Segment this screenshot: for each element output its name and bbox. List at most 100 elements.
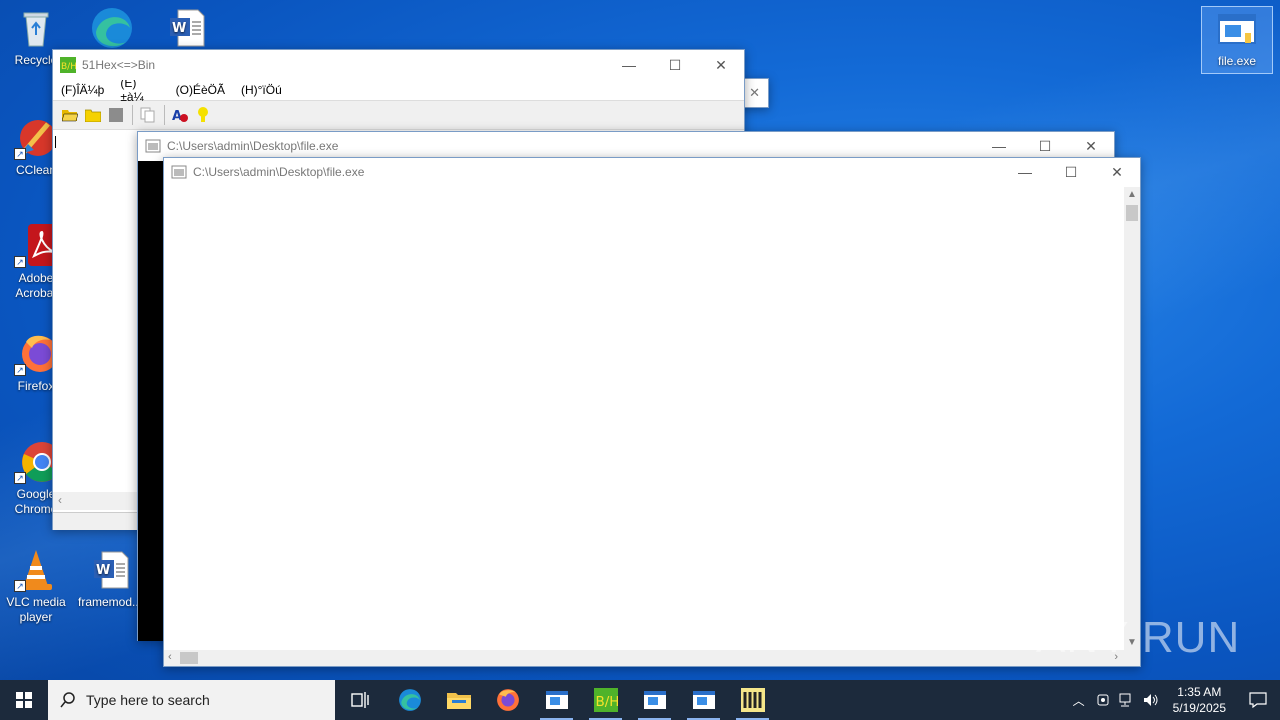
console-app-icon <box>145 139 161 153</box>
network-icon[interactable] <box>1115 693 1139 707</box>
taskbar-window-1[interactable] <box>532 680 581 720</box>
scrollbar-thumb[interactable] <box>180 652 198 664</box>
search-box[interactable]: Type here to search <box>48 680 335 720</box>
open-folder-icon[interactable] <box>59 104 81 126</box>
menu-bar: (F)ÎÄ¼þ (E)±à¼­ (O)ÉèÖÃ (H)°ïÖú <box>53 76 744 104</box>
console-front-titlebar[interactable]: C:\Users\admin\Desktop\file.exe — ☐ ✕ <box>164 158 1140 186</box>
anyrun-watermark: ANY RUN <box>1036 608 1240 668</box>
taskbar-window-3[interactable] <box>679 680 728 720</box>
watermark-text: ANY RUN <box>1036 613 1241 662</box>
system-tray: ︿ 1:35 AM 5/19/2025 <box>1067 680 1280 720</box>
about-icon[interactable]: A <box>169 104 191 126</box>
edge-icon <box>398 689 421 711</box>
svg-text:B/H: B/H <box>61 62 76 72</box>
taskbar-file-explorer[interactable] <box>434 680 483 720</box>
scroll-left-icon[interactable]: ‹ <box>168 651 172 663</box>
svg-text:W: W <box>172 21 186 36</box>
clock[interactable]: 1:35 AM 5/19/2025 <box>1163 684 1236 716</box>
scroll-up-icon[interactable]: ▲ <box>1127 189 1137 200</box>
windows-logo-icon <box>16 692 32 708</box>
desktop-icon-word[interactable]: W <box>150 6 222 53</box>
start-button[interactable] <box>0 680 48 720</box>
task-view-icon <box>350 692 369 708</box>
minimize-button[interactable]: — <box>606 50 652 80</box>
task-view-button[interactable] <box>336 680 385 720</box>
window-title: C:\Users\admin\Desktop\file.exe <box>167 139 339 153</box>
desktop-icon-label: file.exe <box>1217 54 1257 68</box>
svg-text:W: W <box>96 563 110 578</box>
horizontal-scrollbar[interactable]: ‹ <box>53 492 139 510</box>
taskbar-hex-app[interactable]: B/H <box>581 680 630 720</box>
taskbar: Type here to search B/H ︿ 1:35 AM 5/19/2… <box>0 680 1280 720</box>
menu-help[interactable]: (H)°ïÖú <box>233 83 290 97</box>
chevron-up-icon[interactable]: ︿ <box>1067 692 1091 709</box>
close-button[interactable]: ✕ <box>1068 132 1114 160</box>
close-button[interactable]: ✕ <box>1094 158 1140 186</box>
edge-icon <box>90 6 134 50</box>
application-window-icon <box>545 691 568 709</box>
minimize-button[interactable]: — <box>976 132 1022 160</box>
horizontal-scrollbar[interactable]: ‹ › <box>164 650 1124 666</box>
hex-app-icon: B/H <box>60 57 76 73</box>
scroll-left-icon[interactable]: ‹ <box>58 493 62 507</box>
desktop-icon-label: VLC media player <box>6 595 66 624</box>
shortcut-arrow-icon: ↗ <box>14 364 26 376</box>
window-title: 51Hex<=>Bin <box>82 58 156 72</box>
desktop: Recycle W ↗ CClean ↗ Adobe Acrobat ↗ Fir… <box>0 0 1280 680</box>
hex-window-titlebar[interactable]: B/H 51Hex<=>Bin — ☐ ✕ <box>53 50 744 80</box>
shortcut-arrow-icon: ↗ <box>14 580 26 592</box>
window-title: C:\Users\admin\Desktop\file.exe <box>193 165 365 179</box>
hex-text-area[interactable] <box>53 132 139 497</box>
volume-icon[interactable] <box>1139 693 1163 707</box>
hex-app-icon: B/H <box>593 688 618 712</box>
desktop-icon-file-exe[interactable]: file.exe <box>1201 6 1273 74</box>
network-share-icon[interactable] <box>1091 693 1115 707</box>
vlc-cone-icon: ↗ <box>14 548 58 592</box>
taskbar-window-2[interactable] <box>630 680 679 720</box>
clock-time: 1:35 AM <box>1177 685 1222 699</box>
status-bar <box>53 512 139 530</box>
desktop-icon-vlc[interactable]: ↗ VLC media player <box>0 548 72 625</box>
maximize-button[interactable]: ☐ <box>652 50 698 80</box>
folder-icon[interactable] <box>82 104 104 126</box>
close-icon[interactable]: ✕ <box>749 85 760 101</box>
scrollbar-thumb[interactable] <box>1126 205 1138 221</box>
firefox-icon <box>496 689 519 711</box>
console-app-icon <box>171 165 187 179</box>
application-window-icon <box>643 691 666 709</box>
toolbar: A <box>53 100 744 130</box>
stop-icon[interactable] <box>105 104 127 126</box>
taskbar-bars-app[interactable] <box>728 680 777 720</box>
shortcut-arrow-icon: ↗ <box>14 256 26 268</box>
maximize-button[interactable]: ☐ <box>1022 132 1068 160</box>
taskbar-edge[interactable] <box>385 680 434 720</box>
desktop-icon-framemod[interactable]: W framemod... <box>74 548 146 610</box>
notifications-icon[interactable] <box>1236 692 1280 708</box>
word-document-icon: W <box>164 6 208 50</box>
desktop-icon-label: framemod... <box>77 595 143 609</box>
file-explorer-icon <box>446 693 471 709</box>
menu-options[interactable]: (O)ÉèÖÃ <box>168 83 233 97</box>
menu-edit[interactable]: (E)±à¼­ <box>112 76 167 104</box>
shortcut-arrow-icon: ↗ <box>14 148 26 160</box>
application-window-icon <box>1215 11 1259 51</box>
console-output-area[interactable] <box>164 187 1124 650</box>
menu-file[interactable]: (F)ÎÄ¼þ <box>53 83 112 97</box>
close-button[interactable]: ✕ <box>698 50 744 80</box>
desktop-icon-edge[interactable] <box>76 6 148 53</box>
recycle-bin-icon <box>14 6 58 50</box>
application-window-icon <box>692 691 715 709</box>
console-back-titlebar[interactable]: C:\Users\admin\Desktop\file.exe — ☐ ✕ <box>138 132 1114 160</box>
help-bulb-icon[interactable] <box>192 104 214 126</box>
vertical-scrollbar[interactable]: ▲ ▼ <box>1124 187 1140 650</box>
maximize-button[interactable]: ☐ <box>1048 158 1094 186</box>
clock-date: 5/19/2025 <box>1172 701 1226 715</box>
app-grid-icon <box>740 688 765 712</box>
svg-text:B/H: B/H <box>595 694 618 710</box>
shortcut-arrow-icon: ↗ <box>14 472 26 484</box>
console-window-front: C:\Users\admin\Desktop\file.exe — ☐ ✕ ▲ … <box>163 157 1141 667</box>
minimize-button[interactable]: — <box>1002 158 1048 186</box>
search-placeholder: Type here to search <box>86 692 210 708</box>
taskbar-firefox[interactable] <box>483 680 532 720</box>
copy-icon[interactable] <box>137 104 159 126</box>
